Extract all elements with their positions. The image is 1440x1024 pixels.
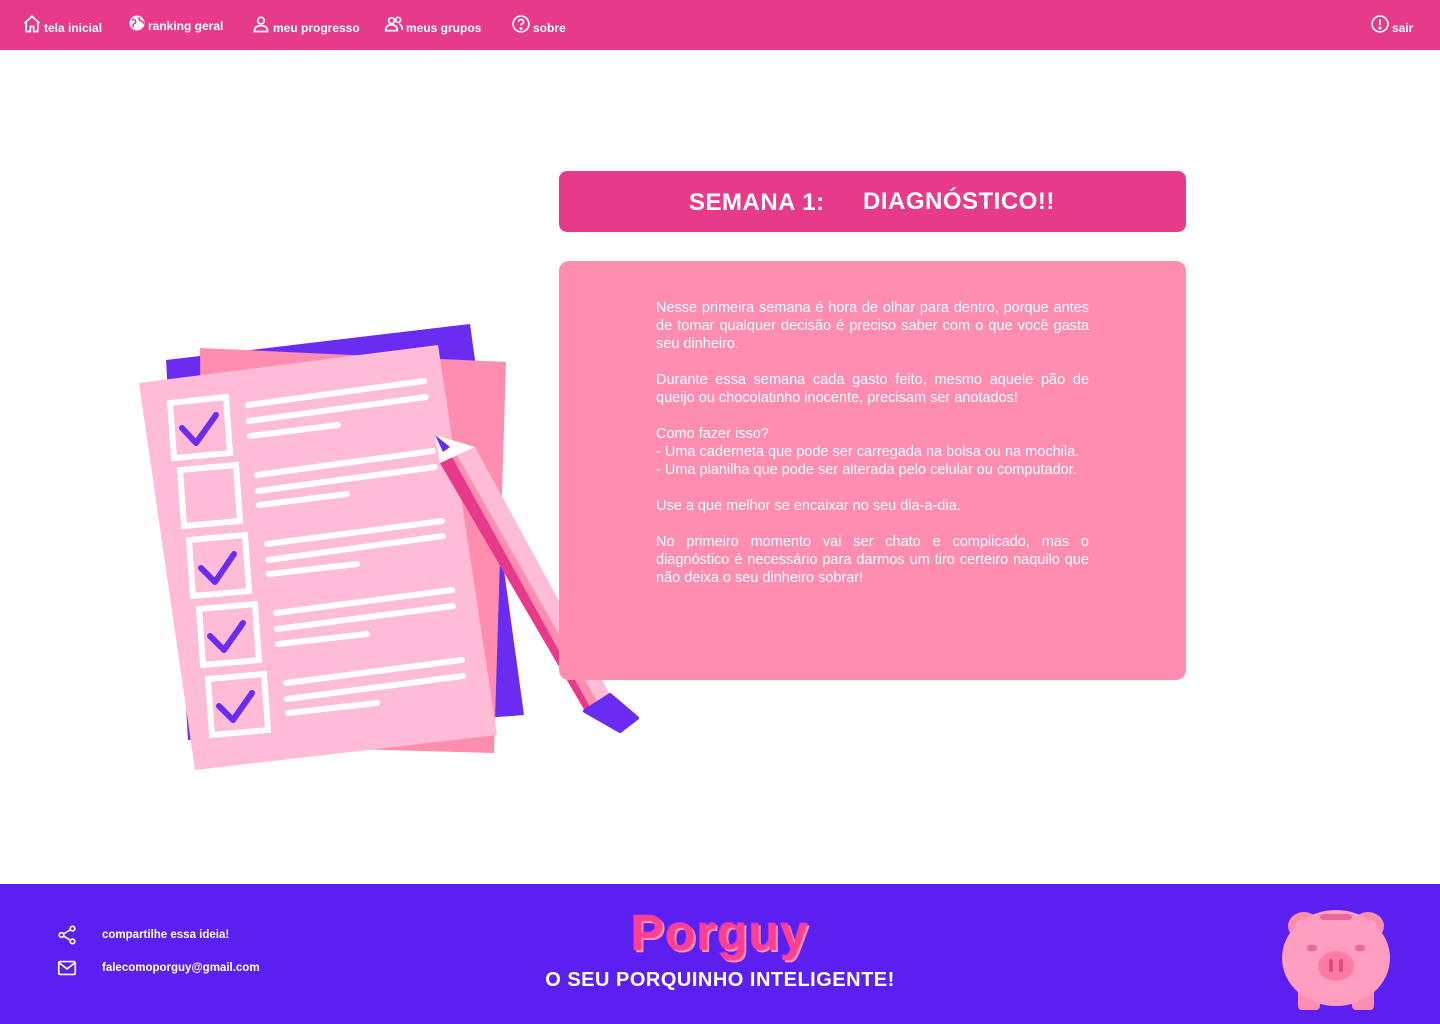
footer: compartilhe essa ideia! falecomoporguy@g… xyxy=(0,884,1440,1024)
option-spreadsheet: - Uma planilha que pode ser alterada pel… xyxy=(656,462,1077,478)
paragraph-how-heading: Como fazer isso? xyxy=(656,426,769,442)
nav-item-ranking[interactable]: ranking geral xyxy=(128,14,224,33)
nav-label-ranking: ranking geral xyxy=(148,19,224,33)
group-icon xyxy=(384,16,404,32)
piggy-bank-icon xyxy=(1282,910,1390,1010)
logout-button[interactable]: sair xyxy=(1370,14,1414,35)
help-icon xyxy=(512,15,530,33)
instruction-text: Nesse primeira semana é hora de olhar pa… xyxy=(656,299,1089,587)
user-icon xyxy=(253,16,269,33)
logout-label: sair xyxy=(1392,21,1414,35)
nav-label-about: sobre xyxy=(533,21,566,35)
week-number: SEMANA 1: xyxy=(689,189,825,216)
week-title-banner: SEMANA 1: DIAGNÓSTICO!! xyxy=(559,171,1186,232)
option-notebook: - Uma caderneta que pode ser carregada n… xyxy=(656,444,1080,460)
nav-label-home: tela inicial xyxy=(44,21,103,35)
paragraph-intro: Nesse primeira semana é hora de olhar pa… xyxy=(656,300,1089,352)
nav-item-about[interactable]: sobre xyxy=(511,14,566,35)
alert-icon xyxy=(1371,15,1389,33)
nav-label-progress: meu progresso xyxy=(273,21,360,35)
paragraph-choose: Use a que melhor se encaixar no seu dia-… xyxy=(656,498,961,514)
nav-item-progress[interactable]: meu progresso xyxy=(251,14,360,35)
brand-logo: Porguy xyxy=(630,905,810,961)
paragraph-conclusion: No primeiro momento vai ser chato e comp… xyxy=(656,534,1089,586)
nav-item-groups[interactable]: meus grupos xyxy=(384,14,482,35)
paragraph-record: Durante essa semana cada gasto feito, me… xyxy=(656,372,1089,406)
brand-tagline: O SEU PORQUINHO INTELIGENTE! xyxy=(545,969,895,991)
week-title: DIAGNÓSTICO!! xyxy=(863,188,1055,215)
nav-item-home[interactable]: tela inicial xyxy=(22,14,103,35)
nav-label-groups: meus grupos xyxy=(406,21,482,35)
globe-icon xyxy=(129,15,145,31)
instruction-card: Nesse primeira semana é hora de olhar pa… xyxy=(559,261,1186,680)
home-icon xyxy=(23,15,41,33)
top-navbar: tela inicial ranking geral meu progresso… xyxy=(0,0,1440,50)
